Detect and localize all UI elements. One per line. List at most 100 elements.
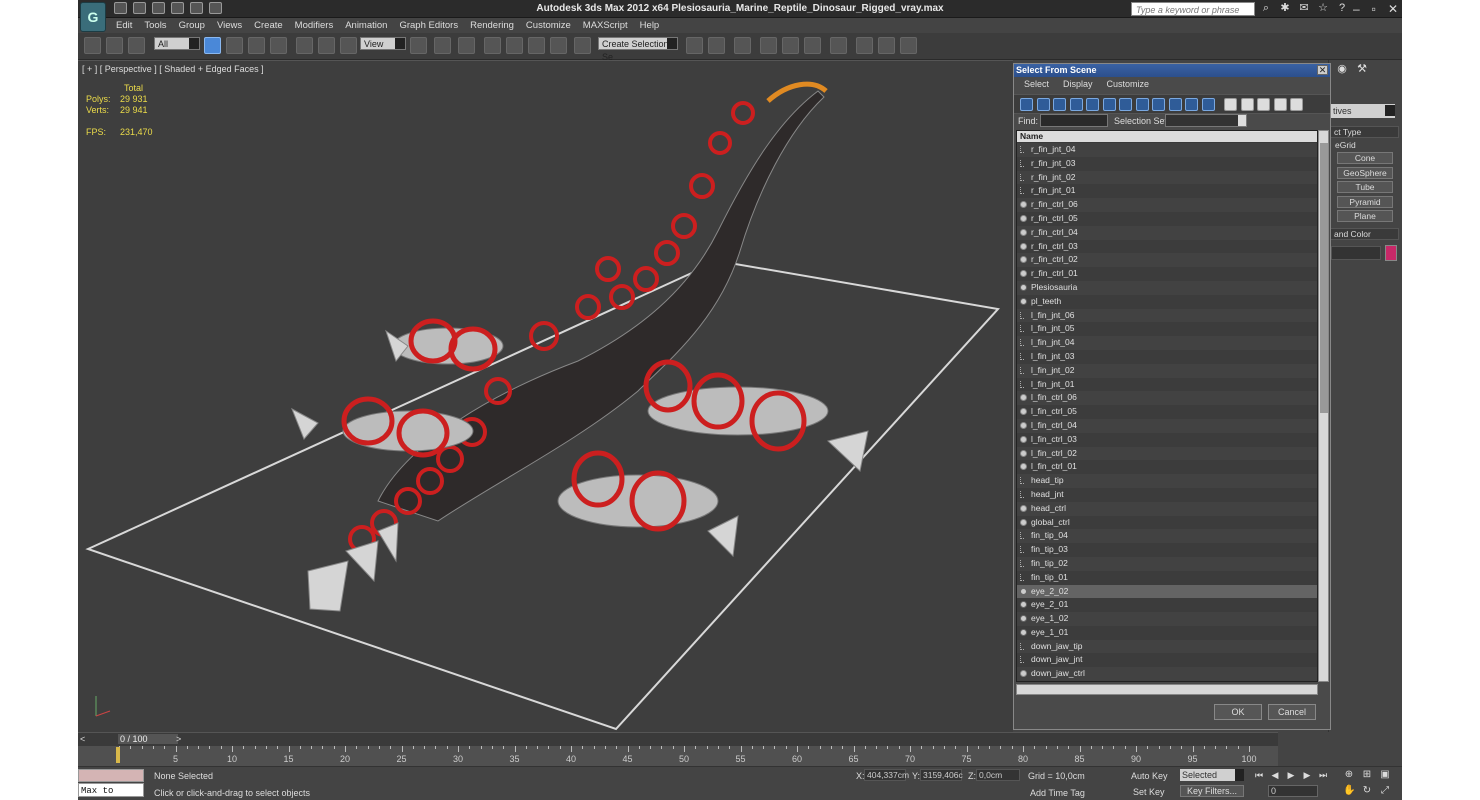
display-frozen-icon[interactable] — [1185, 98, 1198, 111]
display-groups-icon[interactable] — [1119, 98, 1132, 111]
key-filters-button[interactable]: Key Filters... — [1180, 785, 1244, 797]
viewport-label[interactable]: [ + ] [ Perspective ] [ Shaded + Edged F… — [82, 64, 264, 74]
name-color-rollout[interactable]: and Color — [1329, 228, 1399, 240]
list-item[interactable]: l_fin_ctrl_01 — [1017, 460, 1317, 475]
selection-set-dropdown[interactable] — [1165, 114, 1247, 127]
snaps-icon[interactable] — [484, 37, 501, 54]
angle-snap-icon[interactable] — [506, 37, 523, 54]
list-item[interactable]: down_jaw_tip — [1017, 639, 1317, 654]
auto-key-button[interactable]: Auto Key — [1131, 771, 1168, 781]
select-object-icon[interactable] — [204, 37, 221, 54]
create-tube-button[interactable]: Tube — [1337, 181, 1393, 193]
list-item[interactable]: Plesiosauria — [1017, 280, 1317, 295]
list-item[interactable]: r_fin_jnt_04 — [1017, 143, 1317, 157]
list-item[interactable]: l_fin_jnt_03 — [1017, 349, 1317, 364]
link-icon[interactable] — [84, 37, 101, 54]
spinner-snap-icon[interactable] — [550, 37, 567, 54]
cancel-button[interactable]: Cancel — [1268, 704, 1316, 720]
list-item[interactable]: r_fin_jnt_02 — [1017, 170, 1317, 185]
filter-icon[interactable] — [1273, 98, 1287, 111]
display-shapes-icon[interactable] — [1036, 98, 1050, 111]
zoom-extents-icon[interactable]: ▣ — [1379, 769, 1391, 781]
move-icon[interactable] — [296, 37, 313, 54]
named-selection-dropdown[interactable]: Create Selection Se — [598, 37, 678, 62]
maximize-viewport-icon[interactable]: ⤢ — [1379, 785, 1391, 797]
time-slider-prev-icon[interactable]: < — [80, 734, 85, 744]
zoom-all-icon[interactable]: ⊞ — [1361, 769, 1373, 781]
binoculars-icon[interactable]: ⌕ — [1260, 2, 1272, 14]
list-item[interactable]: fin_tip_04 — [1017, 529, 1317, 544]
menu-customize[interactable]: Customize — [520, 18, 577, 33]
list-item[interactable]: r_fin_ctrl_02 — [1017, 253, 1317, 268]
subscription-icon[interactable]: ✱ — [1279, 2, 1291, 14]
select-manipulate-icon[interactable] — [434, 37, 451, 54]
display-xrefs-icon[interactable] — [1135, 98, 1149, 111]
menu-modifiers[interactable]: Modifiers — [289, 18, 340, 33]
favorites-icon[interactable]: ☆ — [1317, 2, 1329, 14]
align-icon[interactable] — [708, 37, 725, 54]
list-item[interactable]: eye_2_02 — [1017, 584, 1317, 599]
pivot-center-icon[interactable] — [410, 37, 427, 54]
next-frame-icon[interactable]: ▶ — [1301, 769, 1313, 781]
list-item[interactable]: l_fin_ctrl_05 — [1017, 405, 1317, 419]
object-category-dropdown[interactable]: tives — [1331, 104, 1395, 118]
object-type-rollout[interactable]: ct Type — [1329, 126, 1399, 138]
ref-coord-dropdown[interactable]: View — [360, 37, 406, 50]
add-time-tag[interactable]: Add Time Tag — [1030, 788, 1085, 798]
menu-help[interactable]: Help — [634, 18, 666, 33]
scale-icon[interactable] — [340, 37, 357, 54]
list-vertical-scrollbar[interactable] — [1318, 130, 1329, 682]
render-setup-icon[interactable] — [856, 37, 873, 54]
search-input[interactable]: Type a keyword or phrase — [1131, 2, 1255, 16]
undo-icon[interactable] — [171, 2, 184, 14]
material-editor-icon[interactable] — [830, 37, 847, 54]
unlink-icon[interactable] — [106, 37, 123, 54]
menu-create[interactable]: Create — [248, 18, 289, 33]
z-coord-field[interactable]: 0,0cm — [976, 769, 1020, 781]
play-icon[interactable]: ▶ — [1285, 769, 1297, 781]
scene-canvas[interactable] — [78, 61, 1013, 733]
select-by-name-icon[interactable] — [226, 37, 243, 54]
time-slider[interactable]: < 0 / 100 > — [78, 732, 1278, 746]
display-cameras-icon[interactable] — [1069, 98, 1083, 111]
display-helpers-icon[interactable] — [1086, 98, 1099, 111]
list-item[interactable]: r_fin_jnt_01 — [1017, 184, 1317, 199]
rotate-icon[interactable] — [318, 37, 335, 54]
set-key-button[interactable]: Set Key — [1133, 787, 1165, 797]
mirror-icon[interactable] — [686, 37, 703, 54]
go-to-start-icon[interactable]: ⏮ — [1253, 769, 1265, 781]
save-file-icon[interactable] — [152, 2, 165, 14]
name-column-header[interactable]: Name — [1017, 131, 1317, 142]
y-coord-field[interactable]: 3159,406c — [920, 769, 963, 781]
menu-edit[interactable]: Edit — [110, 18, 138, 33]
curve-editor-icon[interactable] — [782, 37, 799, 54]
menu-views[interactable]: Views — [211, 18, 248, 33]
display-tab-icon[interactable]: ◉ — [1335, 62, 1349, 76]
create-plane-button[interactable]: Plane — [1337, 210, 1393, 222]
graphite-ribbon-icon[interactable] — [760, 37, 777, 54]
time-slider-frame[interactable]: 0 / 100 — [118, 734, 178, 744]
find-input[interactable] — [1040, 114, 1108, 127]
list-item[interactable]: l_fin_jnt_04 — [1017, 336, 1317, 350]
list-item[interactable]: head_ctrl — [1017, 501, 1317, 516]
bind-space-warp-icon[interactable] — [128, 37, 145, 54]
zoom-icon[interactable]: ⊕ — [1343, 769, 1355, 781]
ok-button[interactable]: OK — [1214, 704, 1262, 720]
list-item[interactable]: l_fin_jnt_06 — [1017, 308, 1317, 323]
list-item[interactable]: down_jaw_ctrl — [1017, 667, 1317, 681]
display-geometry-icon[interactable] — [1020, 98, 1033, 111]
list-item[interactable]: fin_tip_02 — [1017, 556, 1317, 571]
render-production-icon[interactable] — [900, 37, 917, 54]
list-item[interactable]: l_fin_jnt_02 — [1017, 363, 1317, 378]
dialog-close-icon[interactable]: ✕ — [1317, 65, 1328, 75]
new-file-icon[interactable] — [114, 2, 127, 14]
filter-settings-icon[interactable] — [1290, 98, 1303, 111]
list-item[interactable]: down_jaw_jnt — [1017, 653, 1317, 668]
list-item[interactable]: eye_1_02 — [1017, 612, 1317, 626]
list-item[interactable]: r_fin_ctrl_03 — [1017, 239, 1317, 254]
utilities-tab-icon[interactable]: ⚒ — [1355, 62, 1369, 76]
object-color-swatch[interactable] — [1385, 245, 1397, 261]
object-name-input[interactable] — [1331, 246, 1381, 260]
create-geosphere-button[interactable]: GeoSphere — [1337, 166, 1393, 179]
display-bones-icon[interactable] — [1152, 98, 1165, 111]
